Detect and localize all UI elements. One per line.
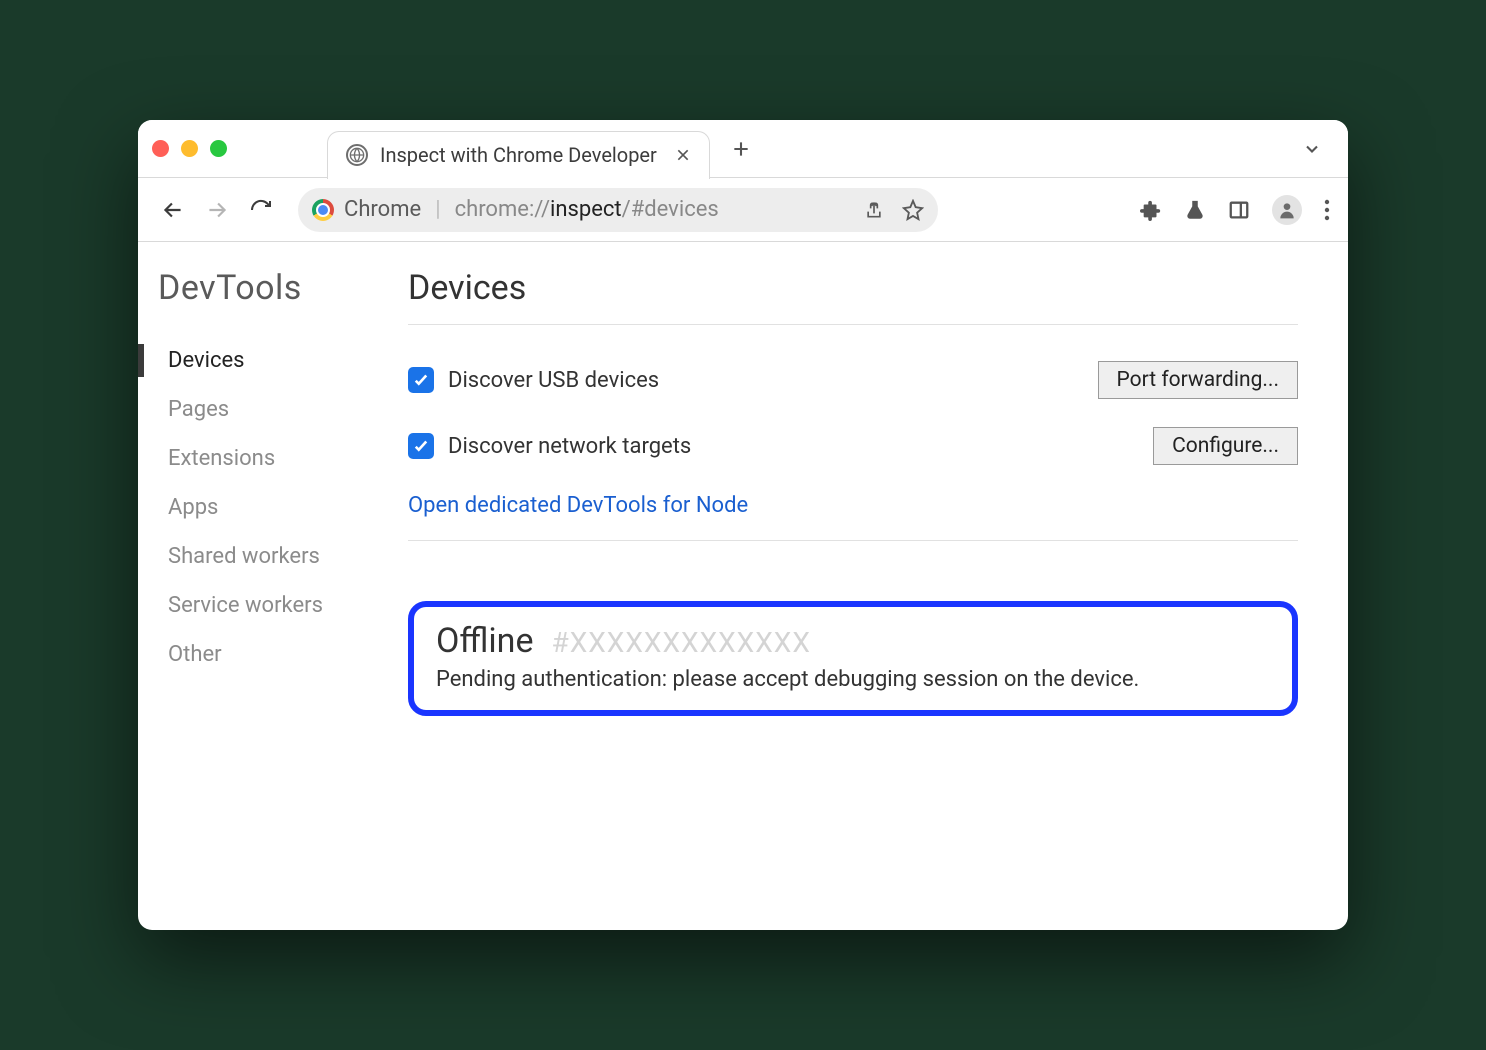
back-button[interactable] xyxy=(156,193,190,227)
device-status-callout: Offline #XXXXXXXXXXXXX Pending authentic… xyxy=(408,601,1298,716)
menu-icon[interactable] xyxy=(1324,199,1330,221)
sidebar-item-devices[interactable]: Devices xyxy=(158,336,398,385)
close-window-button[interactable] xyxy=(152,140,169,157)
main-panel: Devices Discover USB devices Port forwar… xyxy=(398,268,1328,910)
device-hash: #XXXXXXXXXXXXX xyxy=(551,626,810,659)
account-icon[interactable] xyxy=(1272,195,1302,225)
extensions-icon[interactable] xyxy=(1140,199,1162,221)
discover-usb-label: Discover USB devices xyxy=(448,368,659,393)
divider xyxy=(408,540,1298,541)
sidebar-item-extensions[interactable]: Extensions xyxy=(158,434,398,483)
share-icon[interactable] xyxy=(864,200,884,220)
tab-strip: Inspect with Chrome Developer xyxy=(138,120,1348,178)
window-controls xyxy=(152,140,227,157)
omnibox-url: chrome://inspect/#devices xyxy=(455,197,719,222)
browser-window: Inspect with Chrome Developer Chrome | c… xyxy=(138,120,1348,930)
divider xyxy=(408,324,1298,325)
page-title: Devices xyxy=(408,268,1298,308)
labs-icon[interactable] xyxy=(1184,199,1206,221)
sidebar-item-pages[interactable]: Pages xyxy=(158,385,398,434)
page-content: DevTools Devices Pages Extensions Apps S… xyxy=(138,242,1348,930)
toolbar: Chrome | chrome://inspect/#devices xyxy=(138,178,1348,242)
chrome-icon xyxy=(312,199,334,221)
sidebar-item-other[interactable]: Other xyxy=(158,630,398,679)
open-node-devtools-link[interactable]: Open dedicated DevTools for Node xyxy=(408,479,748,540)
browser-tab[interactable]: Inspect with Chrome Developer xyxy=(327,131,710,179)
discover-usb-checkbox[interactable] xyxy=(408,367,434,393)
maximize-window-button[interactable] xyxy=(210,140,227,157)
sidebar-item-shared-workers[interactable]: Shared workers xyxy=(158,532,398,581)
sidebar: DevTools Devices Pages Extensions Apps S… xyxy=(138,268,398,910)
close-tab-icon[interactable] xyxy=(675,147,691,163)
globe-icon xyxy=(346,144,368,166)
discover-network-label: Discover network targets xyxy=(448,434,691,459)
devtools-brand: DevTools xyxy=(158,268,398,308)
omnibox-chip: Chrome xyxy=(344,197,421,222)
bookmark-star-icon[interactable] xyxy=(902,199,924,221)
toolbar-icons xyxy=(1140,195,1330,225)
device-status: Offline xyxy=(436,621,533,661)
tab-dropdown-icon[interactable] xyxy=(1302,139,1322,159)
omnibox[interactable]: Chrome | chrome://inspect/#devices xyxy=(298,188,938,232)
configure-button[interactable]: Configure... xyxy=(1153,427,1298,465)
discover-network-checkbox[interactable] xyxy=(408,433,434,459)
discover-usb-row: Discover USB devices Port forwarding... xyxy=(408,347,1298,413)
side-panel-icon[interactable] xyxy=(1228,199,1250,221)
minimize-window-button[interactable] xyxy=(181,140,198,157)
sidebar-item-service-workers[interactable]: Service workers xyxy=(158,581,398,630)
reload-button[interactable] xyxy=(244,193,278,227)
discover-network-row: Discover network targets Configure... xyxy=(408,413,1298,479)
forward-button[interactable] xyxy=(200,193,234,227)
port-forwarding-button[interactable]: Port forwarding... xyxy=(1098,361,1298,399)
omnibox-separator: | xyxy=(431,197,444,222)
sidebar-item-apps[interactable]: Apps xyxy=(158,483,398,532)
device-message: Pending authentication: please accept de… xyxy=(436,667,1270,692)
sidebar-nav: Devices Pages Extensions Apps Shared wor… xyxy=(158,336,398,679)
new-tab-button[interactable] xyxy=(726,134,756,164)
tab-title: Inspect with Chrome Developer xyxy=(380,143,657,167)
